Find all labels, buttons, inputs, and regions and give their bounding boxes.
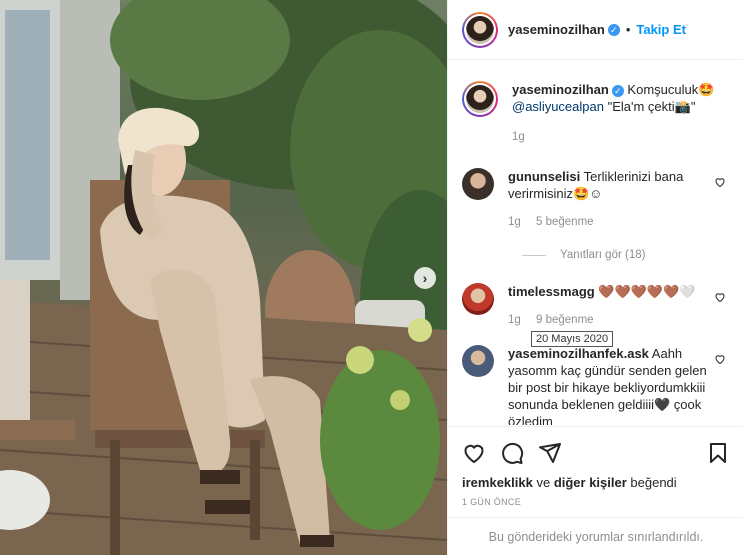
comment-text: 🤎🤎🤎🤎🤎🤍 xyxy=(594,284,696,299)
author-username[interactable]: yaseminozilhan xyxy=(508,22,605,37)
separator-dot: • xyxy=(625,22,631,37)
comment-author[interactable]: timelessmagg xyxy=(508,284,595,299)
likes-middle: ve xyxy=(532,475,554,490)
comment-item: timelessmagg 🤎🤎🤎🤎🤎🤍 1g 9 beğenme xyxy=(462,283,730,329)
comment-item: yaseminozilhanfek.ask Aahh yasomm kaç gü… xyxy=(462,345,730,425)
view-replies-label[interactable]: Yanıtları gör (18) xyxy=(560,249,645,261)
post-sidebar: yaseminozilhan ✓ • Takip Et yaseminozilh… xyxy=(447,0,743,555)
verified-badge-icon: ✓ xyxy=(607,23,620,36)
comment-like-heart-icon[interactable] xyxy=(714,176,726,188)
comment-author[interactable]: gununselisi xyxy=(508,169,580,184)
date-tooltip: 20 Mayıs 2020 xyxy=(531,331,614,347)
comment-likes[interactable]: 5 beğenme xyxy=(536,216,594,228)
heart-icon[interactable] xyxy=(462,441,486,465)
caption-text-a: Komşuculuk🤩 xyxy=(623,82,715,97)
comment-time[interactable]: 1g xyxy=(508,216,521,228)
follow-button[interactable]: Takip Et xyxy=(636,22,686,37)
commenter-avatar[interactable] xyxy=(462,168,494,200)
comment-likes[interactable]: 9 beğenme xyxy=(536,314,594,326)
liked-by-user[interactable]: iremkeklikk xyxy=(462,475,533,490)
liked-by-others[interactable]: diğer kişiler xyxy=(554,475,627,490)
comment-icon[interactable] xyxy=(500,441,524,465)
verified-badge-icon: ✓ xyxy=(611,84,624,97)
share-icon[interactable] xyxy=(538,441,562,465)
caption-mention[interactable]: @asliyucealpan xyxy=(512,99,604,114)
commenter-avatar[interactable] xyxy=(462,345,494,377)
replies-divider xyxy=(522,254,546,256)
comment-author[interactable]: yaseminozilhanfek.ask xyxy=(508,346,649,361)
comment-time[interactable]: 1g xyxy=(508,314,521,326)
caption-text-b: "Ela'm çekti📸" xyxy=(603,99,696,114)
view-replies-button[interactable]: Yanıtları gör (18) xyxy=(522,249,730,261)
comment-like-heart-icon[interactable] xyxy=(714,291,726,303)
post-date[interactable]: 1 GÜN ÖNCE xyxy=(462,497,730,507)
carousel-next-button[interactable]: › xyxy=(414,267,436,289)
likes-summary: iremkeklikk ve diğer kişiler beğendi xyxy=(462,475,730,490)
photo-illustration xyxy=(0,0,447,555)
bookmark-icon[interactable] xyxy=(706,441,730,465)
caption-time[interactable]: 1g xyxy=(512,131,525,143)
caption-avatar[interactable] xyxy=(462,81,498,117)
post-actions: iremkeklikk ve diğer kişiler beğendi 1 G… xyxy=(448,426,743,507)
comment-like-heart-icon[interactable] xyxy=(714,353,726,365)
post-header: yaseminozilhan ✓ • Takip Et xyxy=(448,0,743,60)
post-photo: › xyxy=(0,0,447,555)
likes-suffix: beğendi xyxy=(626,475,677,490)
author-avatar[interactable] xyxy=(462,11,498,48)
comment-item: gununselisi Terliklerinizi bana verirmis… xyxy=(462,168,730,231)
caption-author[interactable]: yaseminozilhan xyxy=(512,82,609,97)
action-icons xyxy=(462,435,730,471)
comments-limited-notice: Bu gönderideki yorumlar sınırlandırıldı. xyxy=(448,517,743,555)
caption: yaseminozilhan ✓ Komşuculuk🤩 @asliyucealp… xyxy=(462,81,730,146)
commenter-avatar[interactable] xyxy=(462,283,494,315)
comments-list[interactable]: yaseminozilhan ✓ Komşuculuk🤩 @asliyucealp… xyxy=(448,61,743,425)
